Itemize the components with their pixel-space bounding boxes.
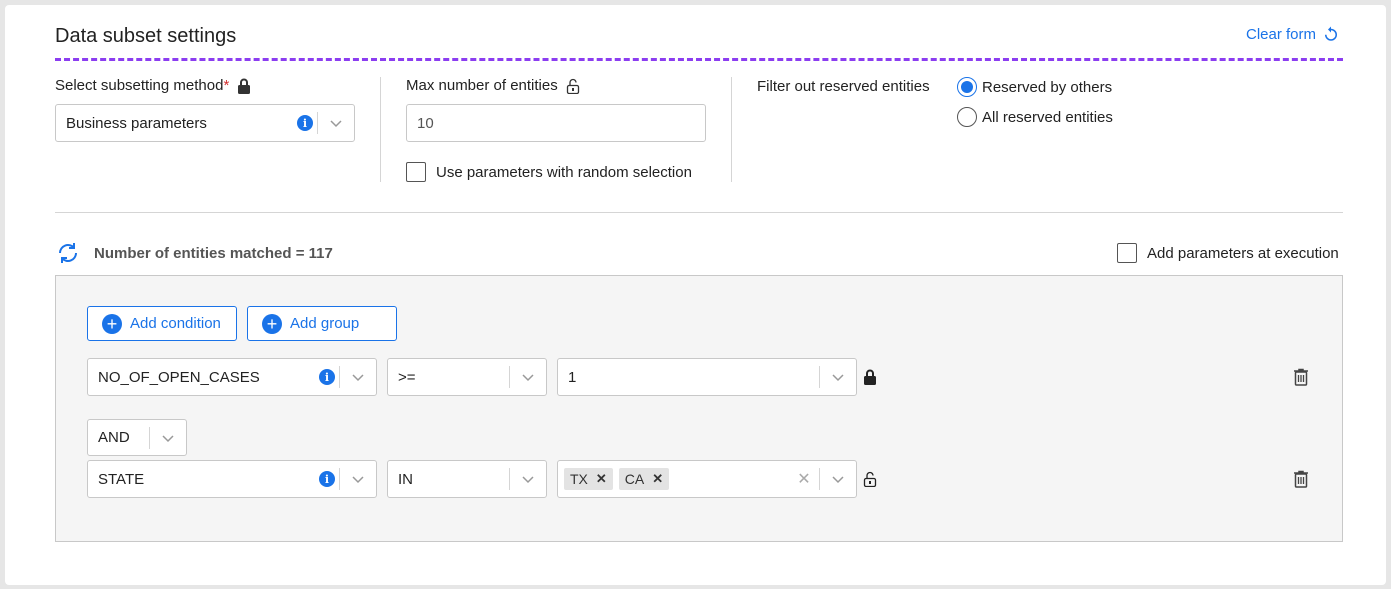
max-entities-label-row: Max number of entities <box>406 77 580 94</box>
condition-operator-select[interactable]: IN <box>387 460 547 498</box>
tag-remove-icon[interactable]: ✕ <box>652 471 663 487</box>
radio-reserved-by-others[interactable] <box>957 77 977 97</box>
tag-label: TX <box>570 471 588 487</box>
add-condition-label: Add condition <box>130 315 221 332</box>
unlock-icon[interactable] <box>863 471 877 487</box>
sync-icon[interactable] <box>55 240 81 266</box>
lock-icon[interactable] <box>863 369 877 385</box>
condition-field-select[interactable]: NO_OF_OPEN_CASES i <box>87 358 377 396</box>
subset-method-label-row: Select subsetting method* <box>55 77 251 94</box>
value-tag: CA ✕ <box>618 468 670 490</box>
condition-field-value: STATE <box>98 470 145 488</box>
radio-all-reserved[interactable] <box>957 107 977 127</box>
data-subset-card: Data subset settings Clear form Select s… <box>5 5 1386 585</box>
refresh-icon <box>1325 26 1338 41</box>
plus-icon: + <box>102 313 122 334</box>
tag-label: CA <box>624 471 645 487</box>
subset-method-label: Select subsetting method <box>55 77 224 94</box>
add-group-label: Add group <box>290 315 360 332</box>
clear-icon[interactable]: ✕ <box>789 469 819 489</box>
lock-icon <box>238 78 251 94</box>
chevron-down-icon[interactable] <box>150 431 186 445</box>
condition-field-select[interactable]: STATE i <box>87 460 377 498</box>
random-selection-label: Use parameters with random selection <box>436 164 692 181</box>
trash-icon[interactable] <box>1293 470 1309 488</box>
page-title: Data subset settings <box>55 25 237 47</box>
value-tag: TX ✕ <box>564 468 613 490</box>
reserved-option-label: Reserved by others <box>982 79 1113 96</box>
condition-operator-value: IN <box>398 470 413 488</box>
clear-form-label: Clear form <box>1246 25 1317 43</box>
add-condition-button[interactable]: + Add condition <box>87 306 237 341</box>
tag-remove-icon[interactable]: ✕ <box>596 471 607 487</box>
section-divider <box>55 212 1343 213</box>
plus-icon: + <box>262 313 282 334</box>
random-selection-checkbox[interactable] <box>406 162 426 182</box>
chevron-down-icon[interactable] <box>318 116 354 130</box>
max-entities-input[interactable]: 10 <box>406 104 706 142</box>
trash-icon[interactable] <box>1293 368 1309 386</box>
column-divider <box>731 77 732 182</box>
title-divider <box>55 58 1343 61</box>
reserved-option-label: All reserved entities <box>982 109 1113 126</box>
subset-method-select[interactable]: Business parameters i <box>55 104 355 142</box>
unlock-icon[interactable] <box>566 78 580 94</box>
logic-operator-value: AND <box>98 429 130 446</box>
column-divider <box>380 77 381 182</box>
chevron-down-icon[interactable] <box>340 472 376 486</box>
add-group-button[interactable]: + Add group <box>247 306 397 341</box>
max-entities-label: Max number of entities <box>406 77 558 94</box>
info-icon[interactable]: i <box>319 369 335 385</box>
condition-value: 1 <box>568 368 577 386</box>
subset-method-value: Business parameters <box>66 114 207 132</box>
condition-operator-value: >= <box>398 368 416 386</box>
conditions-panel: + Add condition + Add group NO_OF_OPEN_C… <box>55 275 1343 542</box>
chevron-down-icon[interactable] <box>510 472 546 486</box>
chevron-down-icon[interactable] <box>340 370 376 384</box>
add-params-checkbox[interactable] <box>1117 243 1137 263</box>
subset-method-label-text: Select subsetting method* <box>55 77 229 94</box>
condition-field-value: NO_OF_OPEN_CASES <box>98 368 260 386</box>
condition-value-select[interactable]: 1 <box>557 358 857 396</box>
reserved-label: Filter out reserved entities <box>757 78 930 95</box>
logic-operator-select[interactable]: AND <box>87 419 187 456</box>
condition-value-multiselect[interactable]: TX ✕ CA ✕ ✕ <box>557 460 857 498</box>
info-icon[interactable]: i <box>319 471 335 487</box>
chevron-down-icon[interactable] <box>510 370 546 384</box>
condition-operator-select[interactable]: >= <box>387 358 547 396</box>
chevron-down-icon[interactable] <box>820 472 856 486</box>
add-params-label: Add parameters at execution <box>1147 245 1339 262</box>
info-icon[interactable]: i <box>297 115 313 131</box>
required-mark: * <box>223 77 230 94</box>
clear-form-button[interactable]: Clear form <box>1246 25 1340 43</box>
entities-matched-label: Number of entities matched = 117 <box>94 245 333 262</box>
chevron-down-icon[interactable] <box>820 370 856 384</box>
